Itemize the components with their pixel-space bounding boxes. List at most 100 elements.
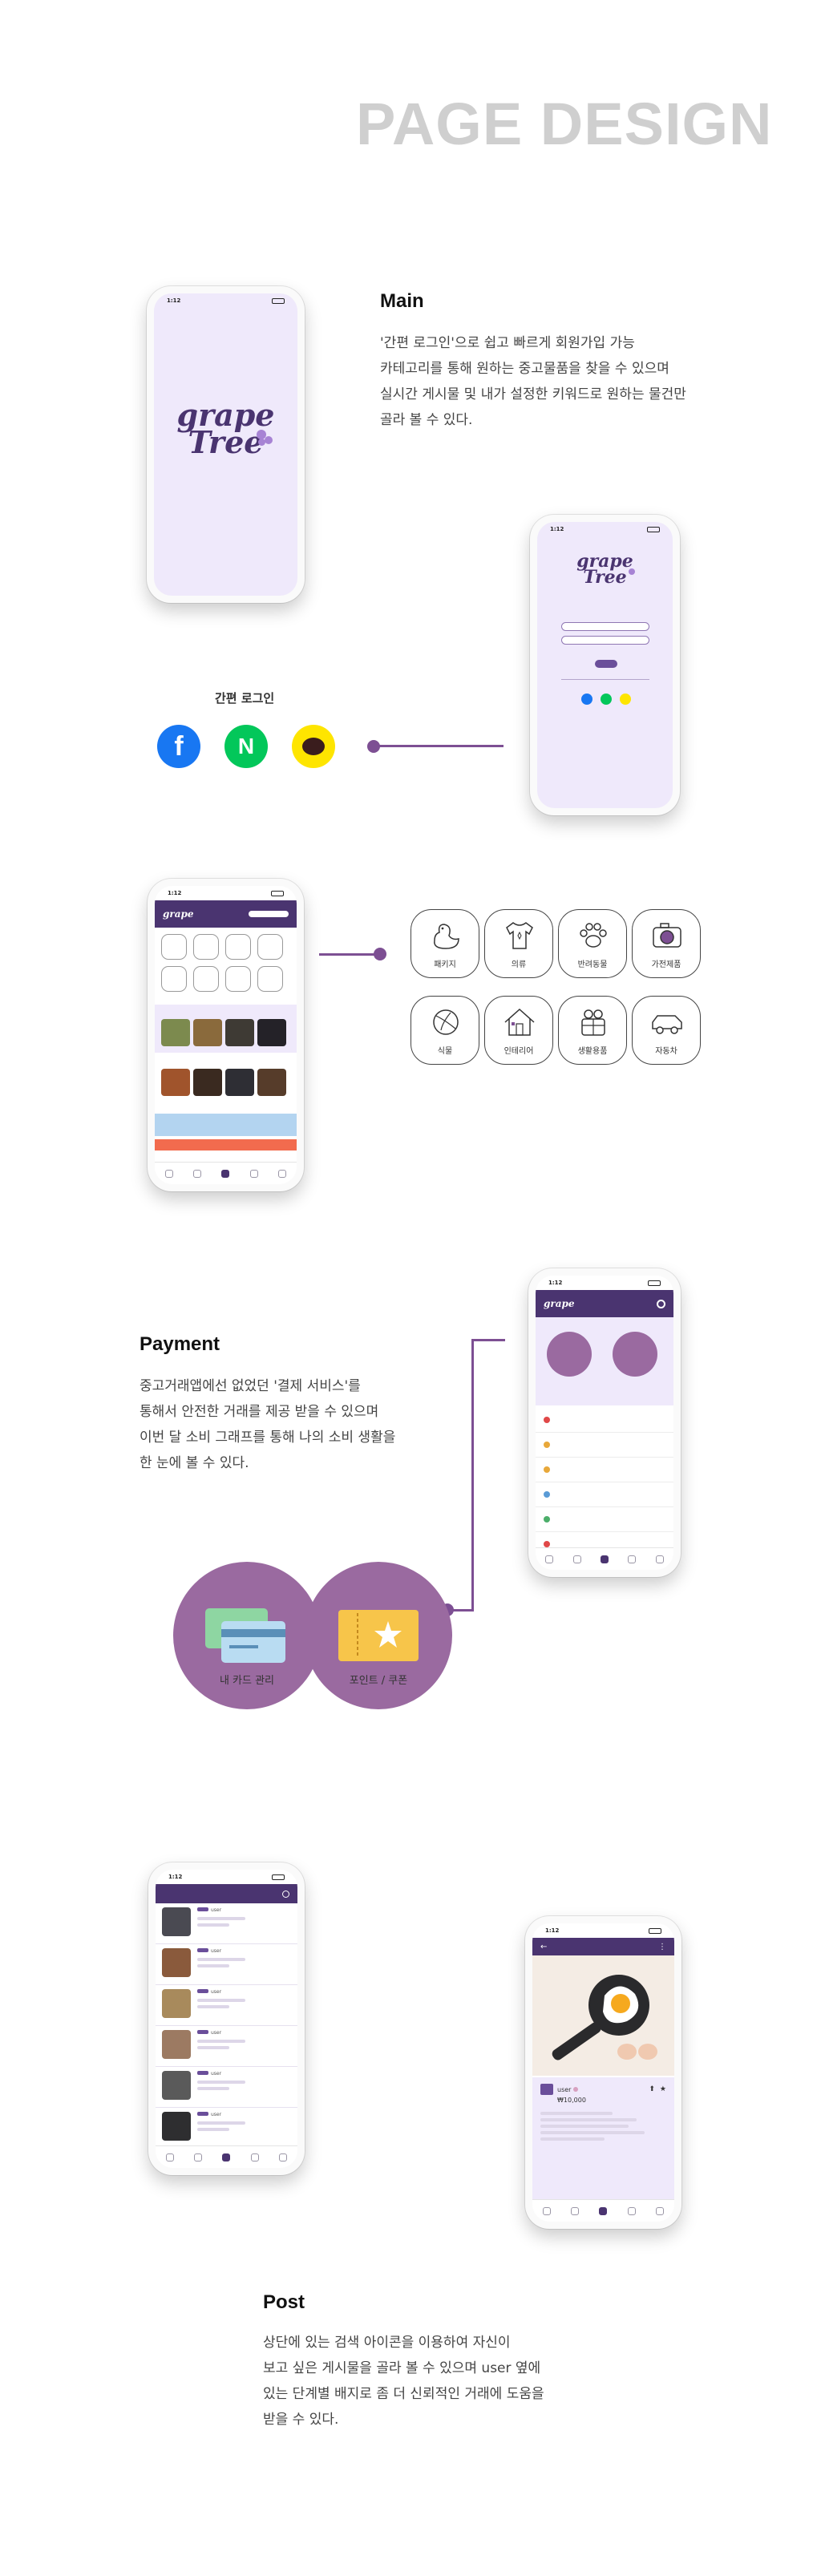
category-label: 반려동물	[577, 960, 608, 969]
mini-category-tile[interactable]	[257, 966, 283, 992]
tab-active[interactable]	[222, 2153, 231, 2161]
share-icon[interactable]: ⬆	[649, 2085, 655, 2093]
mini-category-tile[interactable]	[225, 966, 251, 992]
tab-active[interactable]	[599, 2206, 608, 2215]
card-manage-circle[interactable]	[173, 1562, 321, 1709]
gear-icon[interactable]	[657, 1299, 665, 1308]
mini-naver-icon[interactable]	[601, 694, 612, 705]
tab-pay[interactable]	[250, 2153, 259, 2161]
tab-active[interactable]	[221, 1169, 230, 1178]
search-icon[interactable]	[282, 1890, 289, 1898]
category-tile-5[interactable]: 인테리어	[484, 996, 553, 1065]
tab-my[interactable]	[278, 1169, 287, 1178]
post-thumb[interactable]	[193, 1019, 222, 1046]
naver-login-button[interactable]: N	[224, 725, 268, 768]
post-thumb[interactable]	[225, 1069, 254, 1096]
more-icon[interactable]: ⋮	[658, 1943, 666, 1951]
list-item[interactable]: user	[156, 1903, 297, 1944]
tab-my[interactable]	[656, 2206, 665, 2215]
tab-my[interactable]	[279, 2153, 288, 2161]
list-item[interactable]: user	[156, 2108, 297, 2149]
connector-line	[471, 1339, 505, 1341]
tab-chat[interactable]	[193, 1169, 202, 1178]
facebook-login-button[interactable]: f	[157, 725, 200, 768]
battery-icon	[649, 1927, 661, 1934]
kakao-login-button[interactable]	[292, 725, 335, 768]
mini-category-tile[interactable]	[257, 934, 283, 960]
tab-pay[interactable]	[627, 2206, 636, 2215]
battery-icon	[271, 890, 284, 896]
mini-category-tile[interactable]	[193, 934, 219, 960]
splash-screen: 1:12 grape Tree	[154, 293, 297, 596]
car-icon	[652, 1015, 682, 1034]
post-detail-phone: 1:12 ← ⋮ user ⬆ ★ ₩10,000	[525, 1916, 681, 2229]
coupon-circle[interactable]	[613, 1332, 657, 1377]
camera-icon	[653, 923, 681, 948]
post-thumb[interactable]	[225, 1019, 254, 1046]
post-thumb[interactable]	[257, 1019, 286, 1046]
back-arrow-icon[interactable]: ←	[540, 1943, 547, 1951]
category-label: 인테리어	[504, 1047, 534, 1056]
tab-pay[interactable]	[628, 1555, 637, 1563]
post-title: Post	[263, 2291, 305, 2313]
post-thumb[interactable]	[193, 1069, 222, 1096]
tab-chat[interactable]	[572, 1555, 581, 1563]
post-thumb[interactable]	[161, 1019, 190, 1046]
promo-banner-2[interactable]	[155, 1139, 297, 1151]
tab-active[interactable]	[600, 1555, 609, 1563]
mini-category-tile[interactable]	[193, 966, 219, 992]
payment-header	[536, 1317, 673, 1405]
tab-my[interactable]	[655, 1555, 664, 1563]
password-input[interactable]	[561, 636, 649, 645]
tab-chat[interactable]	[194, 2153, 203, 2161]
list-item[interactable]: user	[156, 2067, 297, 2108]
search-field[interactable]	[249, 911, 289, 917]
tab-chat[interactable]	[571, 2206, 580, 2215]
shirt-icon	[506, 922, 533, 949]
login-button[interactable]	[595, 660, 617, 668]
keyword-posts	[155, 1056, 297, 1106]
category-tile-7[interactable]: 자동차	[632, 996, 701, 1065]
tab-home[interactable]	[542, 2206, 551, 2215]
post-list-phone: 1:12 user user user user user user	[148, 1862, 305, 2175]
coupon-icon	[338, 1610, 419, 1661]
mini-category-tile[interactable]	[161, 934, 187, 960]
tab-home[interactable]	[165, 2153, 174, 2161]
menu-row[interactable]	[536, 1433, 673, 1458]
tab-home[interactable]	[164, 1169, 173, 1178]
menu-row[interactable]	[536, 1482, 673, 1507]
tab-home[interactable]	[545, 1555, 554, 1563]
menu-row[interactable]	[536, 1458, 673, 1482]
coupon-circle[interactable]	[305, 1562, 452, 1709]
category-tile-4[interactable]: 식물	[410, 996, 479, 1065]
menu-row[interactable]	[536, 1507, 673, 1532]
grade-badge-icon	[573, 2087, 579, 2092]
list-item[interactable]: user	[156, 2026, 297, 2067]
category-tile-1[interactable]: 의류	[484, 909, 553, 978]
post-thumb[interactable]	[257, 1069, 286, 1096]
tab-pay[interactable]	[249, 1169, 258, 1178]
home-screen: 1:12 grape	[155, 886, 297, 1184]
post-list-app-bar	[156, 1884, 297, 1903]
mini-kakao-icon[interactable]	[620, 694, 631, 705]
tab-bar	[156, 2145, 297, 2168]
promo-banner[interactable]	[155, 1114, 297, 1136]
battery-icon	[647, 526, 660, 532]
gift-icon	[581, 1009, 605, 1036]
post-price: ₩10,000	[557, 2097, 586, 2104]
category-tile-3[interactable]: 가전제품	[632, 909, 701, 978]
mini-facebook-icon[interactable]	[581, 694, 592, 705]
menu-row[interactable]	[536, 1408, 673, 1433]
star-icon[interactable]: ★	[660, 2085, 666, 2093]
list-item[interactable]: user	[156, 1985, 297, 2026]
mini-category-tile[interactable]	[225, 934, 251, 960]
category-tile-2[interactable]: 반려동물	[558, 909, 627, 978]
duck-icon	[434, 924, 459, 949]
mini-category-tile[interactable]	[161, 966, 187, 992]
list-item[interactable]: user	[156, 1944, 297, 1985]
category-tile-6[interactable]: 생활용품	[558, 996, 627, 1065]
category-tile-0[interactable]: 패키지	[410, 909, 479, 978]
post-thumb[interactable]	[161, 1069, 190, 1096]
card-circle[interactable]	[547, 1332, 592, 1377]
id-input[interactable]	[561, 622, 649, 631]
